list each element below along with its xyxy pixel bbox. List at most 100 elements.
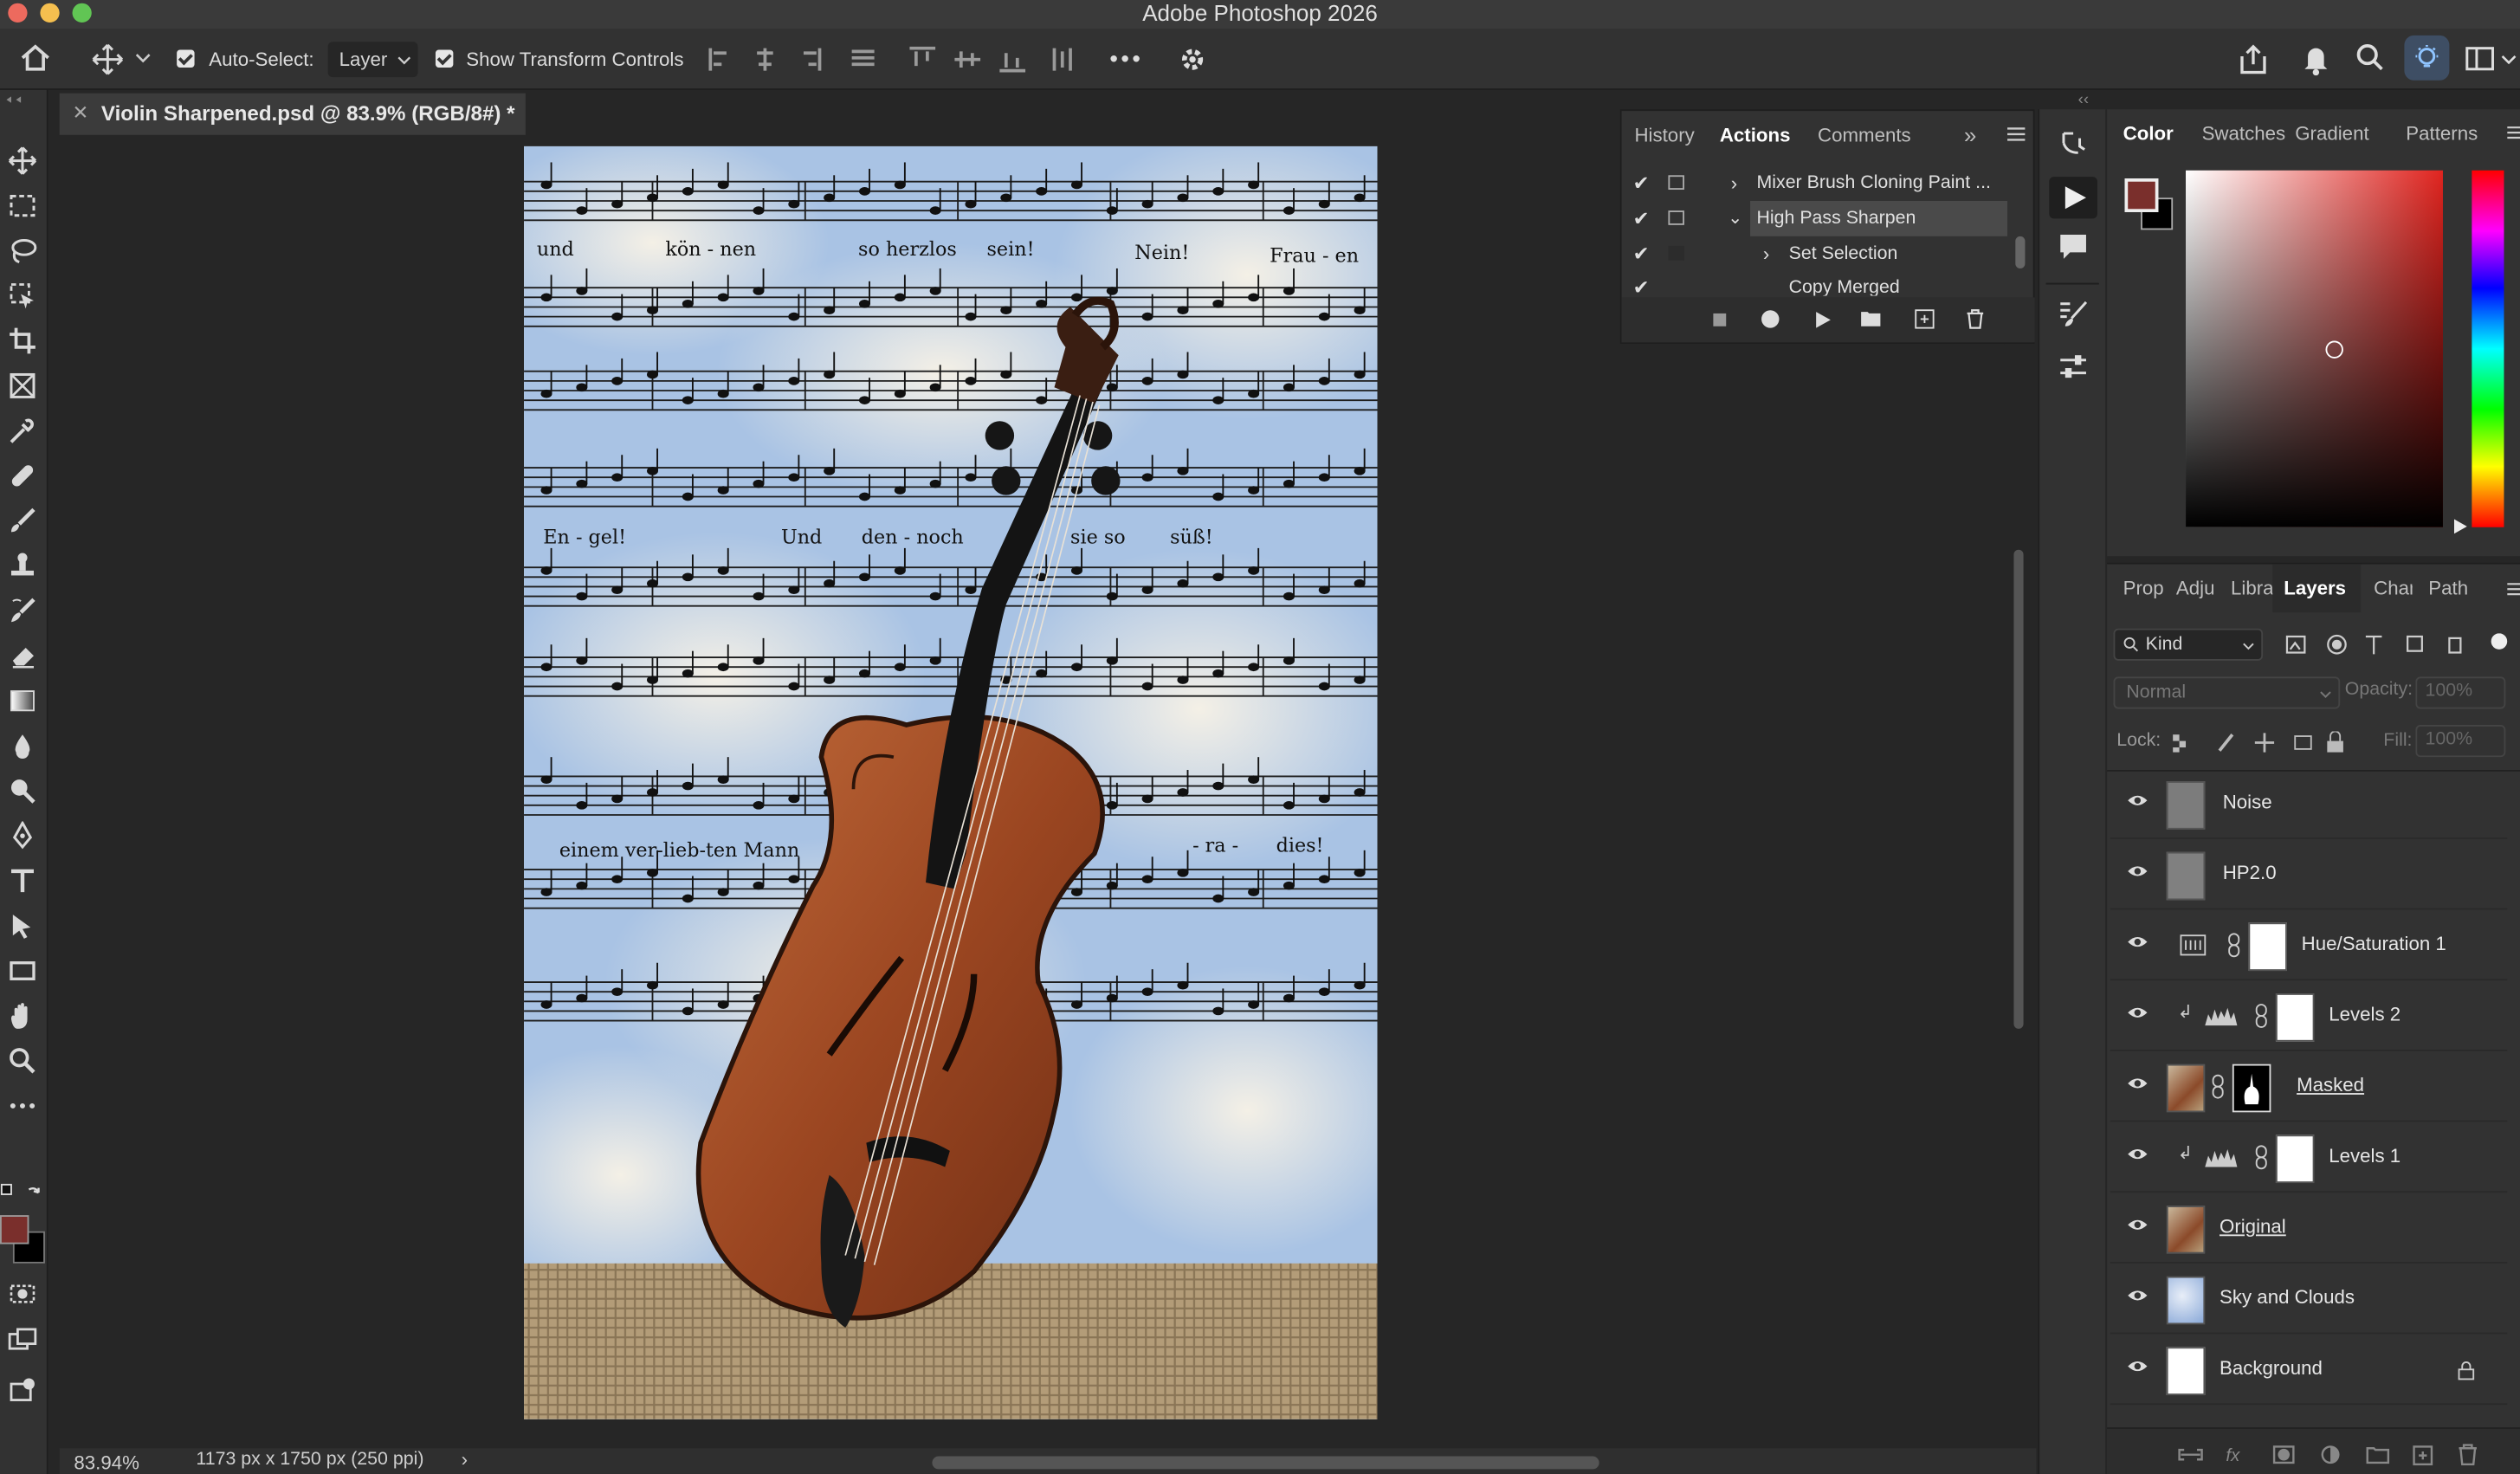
tab-history[interactable]: History (1634, 111, 1694, 159)
workspace-icon[interactable] (2465, 47, 2517, 73)
minimize-window-button[interactable] (40, 3, 60, 23)
screen-mode-icon[interactable] (8, 1324, 37, 1353)
layer-mask-thumbnail[interactable] (2232, 1063, 2271, 1113)
action-row[interactable]: ✔ › Mixer Brush Cloning Paint ... (1622, 165, 2035, 201)
color-field[interactable] (2186, 170, 2443, 527)
dialog-toggle-empty[interactable] (1668, 245, 1684, 261)
rectangle-tool-icon[interactable] (8, 956, 36, 985)
layer-name[interactable]: Original (2220, 1215, 2286, 1238)
hue-slider-handle[interactable] (2453, 519, 2467, 534)
healing-brush-tool-icon[interactable] (8, 462, 36, 490)
link-icon[interactable] (2255, 1003, 2268, 1029)
layer-row[interactable]: Background (2110, 1334, 2508, 1406)
panel-menu-icon[interactable] (2507, 582, 2520, 597)
layer-action-icons[interactable]: fx (2178, 1444, 2499, 1466)
align-icons-group[interactable] (708, 45, 1077, 74)
eye-icon[interactable] (2126, 1146, 2148, 1162)
share-icon[interactable] (2237, 43, 2269, 75)
play-icon[interactable] (1812, 310, 1832, 329)
zoom-level[interactable]: 83.94% (74, 1451, 139, 1474)
link-icon[interactable] (2227, 932, 2240, 958)
history-brush-tool-icon[interactable] (8, 597, 36, 625)
layer-row[interactable]: HP2.0 (2110, 839, 2508, 910)
zoom-window-button[interactable] (72, 3, 92, 23)
dialog-toggle-icon[interactable] (1668, 175, 1684, 191)
search-icon[interactable] (2356, 43, 2385, 72)
gear-icon[interactable] (1178, 45, 1206, 74)
panel-menu-icon[interactable] (2507, 126, 2520, 140)
layer-row[interactable]: Noise (2110, 768, 2508, 839)
history-panel-icon[interactable] (2058, 128, 2090, 160)
eye-icon[interactable] (2126, 792, 2148, 809)
document-canvas[interactable]: und kön - nen so herzlos sein! Nein! Fra… (524, 145, 1378, 1419)
close-window-button[interactable] (8, 3, 28, 23)
tab-gradient[interactable]: Gradient (2295, 109, 2368, 158)
path-selection-tool-icon[interactable] (8, 911, 36, 940)
move-tool-icon[interactable] (8, 146, 37, 175)
link-icon[interactable] (2212, 1074, 2225, 1100)
color-picker-cursor[interactable] (2325, 340, 2343, 359)
action-set-row[interactable]: ✔ ⌄ High Pass Sharpen (1622, 201, 2035, 236)
blend-mode-dropdown[interactable]: Normal (2113, 676, 2341, 709)
layer-mask-thumbnail[interactable] (2275, 993, 2315, 1042)
vertical-scrollbar[interactable] (2013, 549, 2024, 1029)
close-tab-icon[interactable]: ✕ (73, 94, 89, 133)
eye-icon[interactable] (2126, 1288, 2148, 1304)
frame-tool-icon[interactable] (8, 372, 36, 400)
eye-icon[interactable] (2126, 1005, 2148, 1021)
actions-panel-icon[interactable] (2049, 177, 2097, 219)
brush-settings-icon[interactable] (2058, 299, 2090, 331)
layer-name[interactable]: Levels 2 (2329, 1003, 2400, 1025)
layer-mask-thumbnail[interactable] (2275, 1135, 2315, 1184)
link-icon[interactable] (2255, 1144, 2268, 1170)
eye-icon[interactable] (2126, 1217, 2148, 1233)
tab-paths[interactable]: Path (2428, 564, 2468, 612)
show-transform-checkbox[interactable] (435, 49, 454, 68)
layer-row[interactable]: Hue/Saturation 1 (2110, 909, 2508, 981)
edit-toolbar-icon[interactable] (8, 1376, 36, 1405)
layer-name[interactable]: Masked (2297, 1074, 2364, 1096)
adjustments-panel-icon[interactable] (2058, 351, 2090, 383)
eye-icon[interactable] (2126, 863, 2148, 880)
hand-tool-icon[interactable] (8, 1001, 36, 1030)
collapse-panels-icon[interactable]: ‹‹ (2078, 92, 2089, 109)
layer-name[interactable]: Noise (2223, 791, 2272, 813)
fill-input[interactable]: 100% (2415, 725, 2506, 758)
tab-color[interactable]: Color (2123, 109, 2174, 158)
auto-select-checkbox[interactable] (177, 49, 195, 68)
new-action-icon[interactable] (1914, 308, 1935, 329)
dodge-tool-icon[interactable] (8, 776, 36, 805)
home-icon[interactable] (19, 43, 51, 72)
tab-layers[interactable]: Layers (2284, 564, 2346, 612)
hue-slider[interactable] (2472, 170, 2504, 527)
discover-lightbulb-icon[interactable] (2404, 35, 2450, 81)
gradient-tool-icon[interactable] (8, 687, 36, 715)
type-tool-icon[interactable] (8, 866, 36, 895)
opacity-input[interactable]: 100% (2415, 676, 2506, 709)
stop-icon[interactable] (1713, 313, 1727, 326)
record-icon[interactable] (1761, 310, 1780, 328)
chevron-right-icon[interactable]: › (462, 1448, 468, 1471)
tab-libraries[interactable]: Libra (2231, 564, 2276, 612)
more-options-icon[interactable] (1109, 55, 1141, 62)
tab-swatches[interactable]: Swatches (2202, 109, 2286, 158)
tab-comments[interactable]: Comments (1818, 111, 1911, 159)
object-selection-tool-icon[interactable] (8, 281, 36, 310)
zoom-tool-icon[interactable] (8, 1046, 36, 1075)
layer-name[interactable]: Sky and Clouds (2220, 1286, 2355, 1309)
pen-tool-icon[interactable] (8, 821, 36, 850)
marquee-tool-icon[interactable] (8, 191, 36, 220)
foreground-color-swatch[interactable] (0, 1215, 29, 1244)
move-tool-icon[interactable] (92, 43, 124, 75)
default-colors-and-swap-icon[interactable] (0, 1183, 45, 1202)
expand-panels-icon[interactable]: » (1964, 111, 1976, 159)
chevron-down-icon[interactable]: ⌄ (1728, 201, 1742, 236)
tab-character[interactable]: Char (2374, 564, 2413, 612)
eye-icon[interactable] (2126, 934, 2148, 950)
checkmark-icon[interactable]: ✔ (1633, 236, 1650, 272)
collapse-icon[interactable] (5, 95, 24, 105)
layer-row[interactable]: Sky and Clouds (2110, 1264, 2508, 1335)
lasso-tool-icon[interactable] (8, 236, 37, 265)
layer-filter-icons[interactable] (2285, 633, 2510, 656)
layer-name[interactable]: Levels 1 (2329, 1144, 2400, 1167)
